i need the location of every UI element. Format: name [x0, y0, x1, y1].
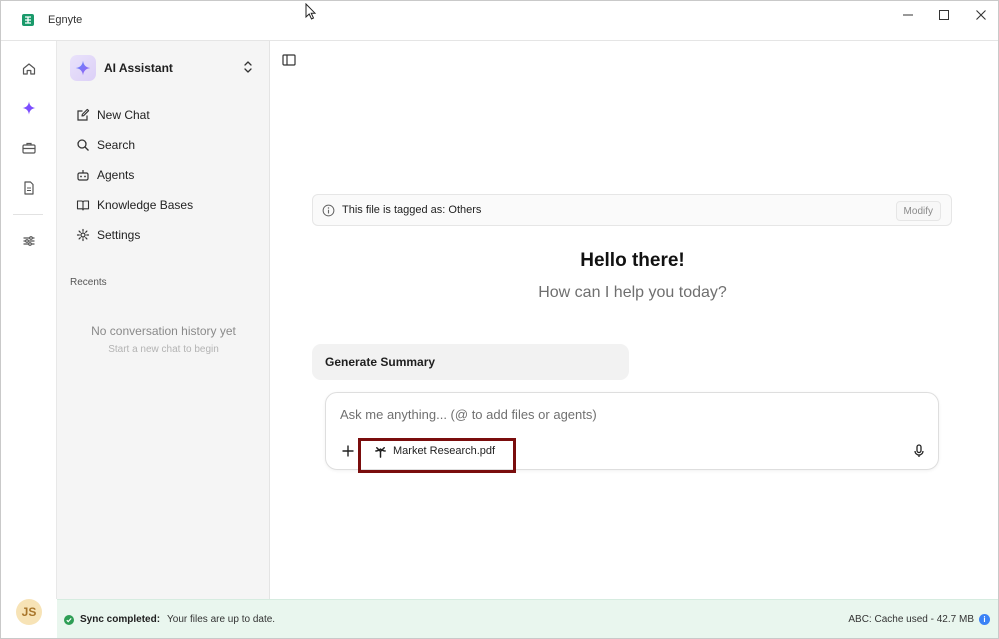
generate-summary-button[interactable]: Generate Summary: [312, 344, 629, 380]
title-bar: Egnyte: [1, 1, 998, 41]
sync-status-message: Your files are up to date.: [167, 614, 276, 625]
info-icon: [322, 204, 335, 217]
file-logo-icon: [374, 445, 387, 458]
status-bar: Sync completed: Your files are up to dat…: [57, 599, 998, 638]
nav-agents[interactable]: Agents: [75, 162, 255, 188]
chat-composer: Market Research.pdf: [325, 392, 939, 470]
empty-history-title: No conversation history yet: [91, 324, 236, 338]
search-icon: [75, 137, 91, 153]
nav-settings[interactable]: Settings: [75, 222, 255, 248]
assistant-name: AI Assistant: [104, 61, 173, 75]
info-icon[interactable]: i: [979, 614, 990, 625]
greeting-title: Hello there!: [580, 250, 685, 271]
sliders-icon[interactable]: [19, 231, 39, 251]
nav-label: Search: [97, 138, 136, 152]
icon-rail: [1, 41, 57, 599]
modify-tag-button[interactable]: Modify: [895, 201, 941, 221]
file-tag-text: This file is tagged as: Others: [342, 204, 482, 216]
nav-knowledge-bases[interactable]: Knowledge Bases: [75, 192, 255, 218]
gear-icon: [75, 227, 91, 243]
minimize-button[interactable]: [890, 1, 926, 29]
nav-search[interactable]: Search: [75, 132, 255, 158]
rail-divider: [13, 214, 43, 215]
add-attachment-icon[interactable]: [340, 443, 356, 459]
book-icon: [75, 197, 91, 213]
nav-label: Knowledge Bases: [97, 198, 194, 212]
app-window: Egnyte JS AI Assistant New Chat Search A…: [0, 0, 999, 639]
assistant-switcher[interactable]: AI Assistant: [70, 54, 260, 82]
microphone-icon[interactable]: [911, 443, 927, 459]
main-content: This file is tagged as: Others Modify He…: [270, 41, 998, 599]
ai-assistant-icon: [70, 55, 96, 81]
greeting-subtitle: How can I help you today?: [538, 284, 727, 301]
nav-label: Settings: [97, 228, 141, 242]
nav-new-chat[interactable]: New Chat: [75, 102, 255, 128]
attached-file-name: Market Research.pdf: [393, 445, 496, 457]
edit-icon: [75, 107, 91, 123]
chevron-updown-icon: [242, 60, 254, 79]
home-icon[interactable]: [19, 59, 39, 79]
attached-file-chip[interactable]: Market Research.pdf: [374, 441, 495, 461]
sync-status-label: Sync completed:: [80, 614, 161, 625]
sidebar-toggle-icon[interactable]: [281, 52, 297, 68]
check-circle-icon: [64, 614, 74, 625]
document-icon[interactable]: [19, 178, 39, 198]
close-button[interactable]: [963, 1, 998, 29]
nav-label: Agents: [97, 168, 135, 182]
nav-label: New Chat: [97, 108, 150, 122]
egnyte-logo-icon: [21, 13, 35, 27]
briefcase-icon[interactable]: [19, 138, 39, 158]
mouse-cursor-icon: [305, 2, 317, 21]
file-tag-banner: This file is tagged as: Others Modify: [312, 194, 952, 226]
user-avatar[interactable]: JS: [16, 599, 42, 625]
sidebar: AI Assistant New Chat Search Agents Know…: [57, 41, 270, 599]
maximize-button[interactable]: [926, 1, 962, 29]
recents-heading: Recents: [70, 277, 107, 288]
app-title: Egnyte: [48, 14, 83, 26]
robot-icon: [75, 167, 91, 183]
empty-history-subtitle: Start a new chat to begin: [108, 344, 219, 355]
ai-sparkle-icon[interactable]: [19, 98, 39, 118]
chat-input[interactable]: [340, 405, 920, 423]
cache-usage-text: ABC: Cache used - 42.7 MB: [848, 614, 974, 625]
